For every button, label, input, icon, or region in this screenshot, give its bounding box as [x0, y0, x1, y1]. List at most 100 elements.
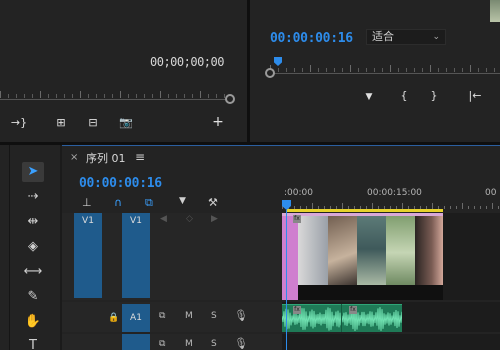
- ruler-tick: [468, 206, 469, 209]
- ruler-tick: [486, 68, 487, 72]
- add-marker-icon[interactable]: ▼: [179, 196, 186, 206]
- ruler-tick: [494, 68, 495, 72]
- microphone-icon[interactable]: 🎙: [234, 309, 248, 322]
- keyframe-add-icon[interactable]: ◇: [186, 214, 193, 224]
- ruler-tick: [462, 203, 463, 209]
- pen-tool-icon[interactable]: ✎: [22, 287, 44, 307]
- mute-button-a1[interactable]: M: [185, 311, 193, 321]
- program-zoom-handle[interactable]: [265, 68, 275, 78]
- ruler-tick: [64, 94, 65, 98]
- ruler-tick: [278, 68, 279, 72]
- ruler-tick: [294, 68, 295, 72]
- fx-badge: fx: [293, 306, 301, 314]
- ruler-tick: [0, 91, 1, 98]
- go-to-in-button[interactable]: |←: [466, 90, 484, 102]
- ruler-tick: [160, 91, 161, 98]
- ruler-tick: [318, 68, 319, 72]
- track-header-a2: [62, 334, 282, 350]
- ripple-edit-tool-icon[interactable]: ⇹: [22, 212, 44, 232]
- program-timecode[interactable]: 00:00:00:16: [270, 31, 353, 46]
- program-time-ruler[interactable]: [270, 58, 500, 72]
- mute-button-a2[interactable]: M: [185, 339, 193, 349]
- ruler-tick: [478, 68, 479, 72]
- ruler-tick: [112, 94, 113, 98]
- fx-badge: fx: [293, 215, 301, 223]
- track-target-a2[interactable]: [122, 334, 150, 350]
- ruler-tick: [454, 68, 455, 72]
- source-scrub-line[interactable]: [0, 99, 230, 100]
- track-area-a2[interactable]: [282, 334, 500, 350]
- ruler-tick: [184, 94, 185, 98]
- source-timecode[interactable]: 00;00;00;00: [150, 55, 224, 69]
- linked-selection-icon[interactable]: ⧉: [145, 196, 153, 210]
- source-time-ruler[interactable]: [0, 84, 230, 98]
- clip-thumbnail: [386, 213, 415, 285]
- ruler-tick: [168, 94, 169, 98]
- selection-tool-icon[interactable]: ➤: [22, 162, 44, 182]
- lock-icon[interactable]: 🔒: [108, 313, 119, 323]
- ruler-tick: [390, 65, 391, 72]
- ruler-tick: [456, 206, 457, 209]
- ruler-tick: [8, 94, 9, 98]
- sync-lock-icon[interactable]: ⧉: [159, 339, 165, 349]
- keyframe-nav-next-icon[interactable]: ▶: [211, 214, 218, 224]
- type-tool-icon[interactable]: T: [22, 336, 44, 350]
- solo-button-a2[interactable]: S: [211, 339, 217, 349]
- ruler-tick: [96, 94, 97, 98]
- ruler-tick: [286, 68, 287, 72]
- source-patch-v1[interactable]: V1: [74, 213, 102, 298]
- ruler-tick: [56, 94, 57, 98]
- nest-icon[interactable]: ⊥: [82, 196, 92, 209]
- audio-clip-edit-point[interactable]: [341, 304, 342, 332]
- slip-tool-icon[interactable]: ⟷: [22, 262, 44, 282]
- work-area-bar[interactable]: [287, 209, 443, 212]
- insert-button[interactable]: →}: [10, 117, 28, 129]
- keyframe-nav-prev-icon[interactable]: ◀: [160, 214, 167, 224]
- ruler-tick: [492, 203, 493, 209]
- timeline-playhead-line[interactable]: [286, 210, 287, 350]
- ruler-tick: [414, 68, 415, 72]
- ruler-tick: [72, 94, 73, 98]
- camera-icon[interactable]: 📷: [117, 117, 135, 129]
- track-select-tool-icon[interactable]: ⇢: [22, 187, 44, 207]
- razor-tool-icon[interactable]: ◈: [22, 237, 44, 257]
- wrench-icon[interactable]: ⚒: [208, 196, 218, 209]
- ruler-tick: [430, 65, 431, 72]
- timeline-ruler[interactable]: [282, 197, 500, 209]
- add-button[interactable]: +: [209, 115, 227, 129]
- add-marker-button[interactable]: ▼: [362, 91, 376, 103]
- hand-tool-icon[interactable]: ✋: [22, 312, 44, 332]
- track-target-v1[interactable]: V1: [122, 213, 150, 298]
- overwrite-button[interactable]: ⊞: [52, 117, 70, 129]
- timeline-timecode[interactable]: 00:00:00:16: [79, 176, 162, 191]
- tools-separator: [9, 145, 10, 350]
- ruler-tick: [216, 94, 217, 98]
- menu-icon[interactable]: ≡: [135, 150, 145, 164]
- ruler-tick: [144, 94, 145, 98]
- source-zoom-handle[interactable]: [225, 94, 235, 104]
- snap-icon[interactable]: ∩: [114, 196, 122, 209]
- ruler-tick: [350, 65, 351, 72]
- track-header-a1: [62, 302, 282, 332]
- zoom-fit-select[interactable]: 适合 ⌄: [366, 29, 446, 45]
- ruler-tick: [40, 91, 41, 98]
- solo-button-a1[interactable]: S: [211, 311, 217, 321]
- microphone-icon[interactable]: 🎙: [234, 337, 248, 350]
- mark-out-button[interactable]: }: [428, 90, 440, 102]
- close-icon[interactable]: ×: [70, 152, 78, 163]
- program-scrub-line[interactable]: [270, 73, 500, 74]
- sync-lock-icon[interactable]: ⧉: [159, 311, 165, 321]
- track-target-a1[interactable]: A1: [122, 304, 150, 332]
- program-preview-image: [490, 0, 500, 22]
- zoom-fit-value: 适合: [372, 30, 394, 43]
- tab-sequence[interactable]: 序列 01: [86, 150, 126, 166]
- ruler-tick: [104, 94, 105, 98]
- clip-thumbnail: [298, 213, 328, 285]
- selected-clip-segment[interactable]: [282, 213, 298, 300]
- ruler-tick: [176, 94, 177, 98]
- export-frame-button[interactable]: ⊟: [84, 117, 102, 129]
- ruler-tick: [470, 65, 471, 72]
- ruler-tick: [406, 68, 407, 72]
- ruler-tick: [342, 68, 343, 72]
- mark-in-button[interactable]: {: [398, 90, 410, 102]
